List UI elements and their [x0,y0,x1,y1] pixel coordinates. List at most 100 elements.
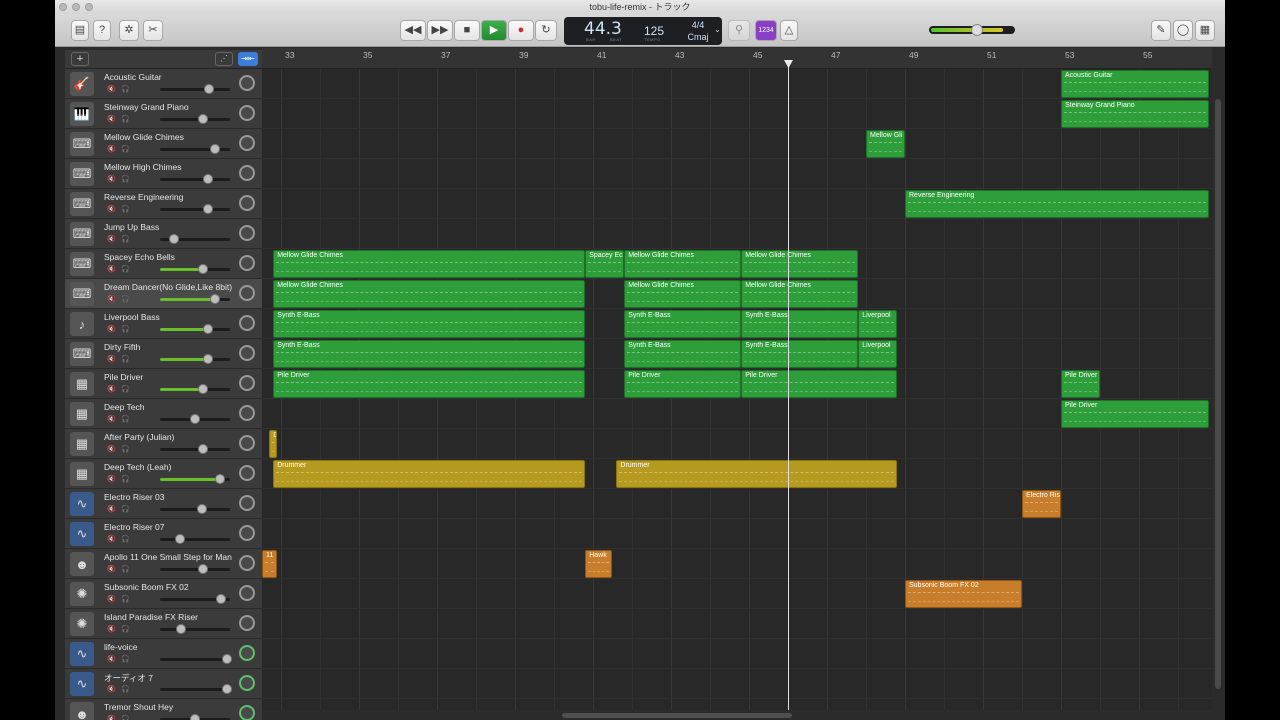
headphones-icon[interactable]: 🎧 [121,265,130,273]
track-volume-slider[interactable] [160,684,232,694]
track-name[interactable]: Apollo 11 One Small Step for Man [104,552,232,562]
headphones-icon[interactable]: 🎧 [121,115,130,123]
library-button[interactable]: ▤ [71,20,89,41]
track-name[interactable]: Spacey Echo Bells [104,252,175,262]
track-volume-knob[interactable] [176,624,186,634]
pan-knob[interactable] [239,345,255,361]
track-lane[interactable] [262,669,1212,699]
track-volume-knob[interactable] [204,84,214,94]
smart-controls-button[interactable]: ✲ [119,20,139,41]
mute-icon[interactable]: 🔇 [107,685,116,693]
flex-button[interactable]: ⇥⇤ [238,52,258,66]
mute-icon[interactable]: 🔇 [107,625,116,633]
pan-knob[interactable] [239,555,255,571]
mute-icon[interactable]: 🔇 [107,415,116,423]
region[interactable]: Mellow Glide Chimes [273,280,586,308]
track-volume-slider[interactable] [160,654,232,664]
track-header[interactable]: ▦ Deep Tech (Leah) 🔇 🎧 [65,459,262,489]
headphones-icon[interactable]: 🎧 [121,655,130,663]
pan-knob[interactable] [239,585,255,601]
track-volume-knob[interactable] [198,384,209,394]
headphones-icon[interactable]: 🎧 [121,505,130,513]
region[interactable]: Synth E-Bass [273,340,586,368]
track-header[interactable]: ▦ Deep Tech 🔇 🎧 [65,399,262,429]
help-button[interactable]: ? [93,20,111,41]
mute-icon[interactable]: 🔇 [107,295,116,303]
mute-icon[interactable]: 🔇 [107,595,116,603]
region[interactable]: Reverse Engineering [905,190,1210,218]
region[interactable]: Liverpool [858,340,898,368]
region[interactable]: Spacey Ec [585,250,625,278]
track-volume-slider[interactable] [160,324,230,334]
track-name[interactable]: Acoustic Guitar [104,72,162,82]
track-volume-knob[interactable] [209,144,220,154]
mute-icon[interactable]: 🔇 [107,235,116,243]
track-lane[interactable] [262,639,1212,669]
track-lane[interactable] [262,549,1212,579]
headphones-icon[interactable]: 🎧 [121,235,130,243]
track-name[interactable]: Liverpool Bass [104,312,160,322]
track-header[interactable]: 🎸 Acoustic Guitar 🔇 🎧 [65,69,262,99]
mute-icon[interactable]: 🔇 [107,175,116,183]
track-lane[interactable] [262,519,1212,549]
pan-knob[interactable] [239,165,255,181]
region[interactable]: Pile Driver [741,370,898,398]
pan-knob[interactable] [239,465,255,481]
timeline-ruler[interactable]: 33 35 37 39 41 43 45 47 49 51 53 55 [262,48,1212,69]
track-volume-knob[interactable] [198,264,209,274]
mute-icon[interactable]: 🔇 [107,325,116,333]
region[interactable]: Synth E-Bass [741,310,859,338]
media-browser-button[interactable]: ▦ [1195,20,1215,41]
track-volume-knob[interactable] [221,684,232,694]
track-header[interactable]: ▦ After Party (Julian) 🔇 🎧 [65,429,262,459]
track-header[interactable]: ∿ Electro Riser 07 🔇 🎧 [65,519,262,549]
mute-icon[interactable]: 🔇 [107,715,116,720]
region[interactable]: Mellow Glide Chimes [273,250,586,278]
track-volume-slider[interactable] [160,564,230,574]
mute-icon[interactable]: 🔇 [107,535,116,543]
track-volume-knob[interactable] [215,594,226,604]
count-in-button[interactable]: 1234 [755,20,777,41]
track-lane[interactable] [262,429,1212,459]
track-volume-knob[interactable] [190,714,200,720]
pan-knob[interactable] [239,315,255,331]
track-volume-slider[interactable] [160,264,230,274]
headphones-icon[interactable]: 🎧 [121,355,130,363]
track-volume-slider[interactable] [160,84,230,94]
headphones-icon[interactable]: 🎧 [121,145,130,153]
track-header[interactable]: ☻ Apollo 11 One Small Step for Man 🔇 🎧 [65,549,262,579]
track-volume-knob[interactable] [197,504,207,514]
play-button[interactable]: ▶ [481,20,507,41]
pan-knob[interactable] [239,675,255,691]
track-lane[interactable] [262,129,1212,159]
horizontal-scroll-thumb[interactable] [562,713,792,718]
track-volume-slider[interactable] [160,354,230,364]
track-header[interactable]: ⌨ Jump Up Bass 🔇 🎧 [65,219,262,249]
pan-knob[interactable] [239,495,255,511]
track-header[interactable]: ∿ life-voice 🔇 🎧 [65,639,262,669]
pan-knob[interactable] [239,615,255,631]
headphones-icon[interactable]: 🎧 [121,685,130,693]
region[interactable]: Electro Ris [1022,490,1061,518]
region[interactable]: Synth E-Bass [741,340,859,368]
close-window-icon[interactable] [59,3,67,11]
region[interactable]: 11 [262,550,278,578]
track-name[interactable]: Dirty Fifth [104,342,140,352]
headphones-icon[interactable]: 🎧 [121,385,130,393]
editors-button[interactable]: ✂ [143,20,163,41]
track-name[interactable]: life-voice [104,642,138,652]
region[interactable]: Drummer [616,460,898,488]
track-header[interactable]: ♪ Liverpool Bass 🔇 🎧 [65,309,262,339]
loops-button[interactable]: ◯ [1173,20,1193,41]
track-header[interactable]: ⌨ Mellow Glide Chimes 🔇 🎧 [65,129,262,159]
region[interactable]: Drummer [273,460,586,488]
track-volume-slider[interactable] [160,204,230,214]
track-volume-slider[interactable] [160,384,230,394]
track-volume-slider[interactable] [160,534,230,544]
region[interactable]: Synth E-Bass [273,310,586,338]
region[interactable]: Pile Driver [273,370,586,398]
pan-knob[interactable] [239,435,255,451]
track-lane[interactable] [262,489,1212,519]
track-volume-slider[interactable] [160,234,230,244]
track-name[interactable]: After Party (Julian) [104,432,174,442]
